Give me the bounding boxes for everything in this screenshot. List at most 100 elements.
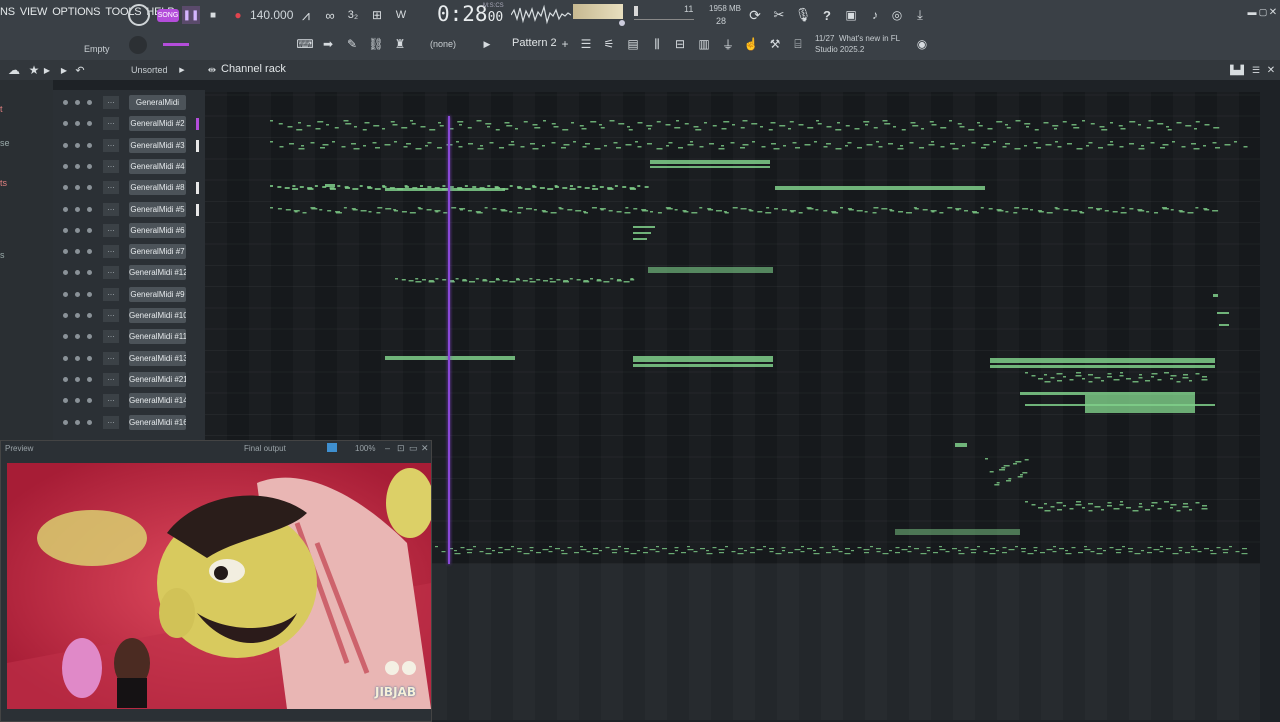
note-block[interactable] (789, 121, 794, 123)
note-block[interactable] (1164, 372, 1169, 374)
note-block[interactable] (773, 148, 780, 150)
note-block[interactable] (666, 145, 669, 147)
note-block[interactable] (562, 187, 568, 189)
note-block[interactable] (367, 187, 373, 189)
note-block[interactable] (750, 552, 755, 554)
note-block[interactable] (933, 552, 938, 554)
note-block[interactable] (549, 546, 552, 548)
note-block[interactable] (326, 124, 329, 126)
note-block[interactable] (1215, 147, 1220, 149)
note-block[interactable] (438, 122, 441, 124)
note-block[interactable] (1088, 503, 1093, 505)
note-block[interactable] (900, 145, 903, 147)
preview-zoom[interactable]: 100% (355, 444, 375, 453)
note-block[interactable] (517, 548, 522, 550)
note-block[interactable] (1065, 550, 1068, 552)
note-block[interactable] (467, 210, 472, 212)
note-block[interactable] (730, 142, 735, 144)
mute-led-icon[interactable] (63, 163, 68, 169)
note-block[interactable] (593, 548, 598, 550)
note-block[interactable] (502, 280, 508, 282)
note-block[interactable] (1110, 141, 1113, 143)
note-block[interactable] (878, 146, 883, 148)
note-block[interactable] (1157, 123, 1164, 125)
note-block[interactable] (301, 145, 304, 147)
note-block[interactable] (390, 121, 395, 123)
note-block[interactable] (442, 185, 446, 187)
note-block[interactable] (1101, 129, 1108, 131)
note-block[interactable] (709, 143, 714, 145)
note-block[interactable] (1116, 552, 1121, 554)
mute-led-icon[interactable] (63, 313, 68, 318)
note-block[interactable] (1210, 550, 1213, 552)
note-block[interactable] (895, 529, 1020, 535)
note-block[interactable] (385, 356, 515, 360)
countdown-icon[interactable]: 3₂ (343, 6, 363, 24)
note-block[interactable] (1172, 141, 1175, 143)
note-block[interactable] (921, 128, 924, 130)
record-button[interactable]: ● (230, 6, 246, 24)
plug-icon[interactable]: ⏚ (719, 35, 737, 53)
note-block[interactable] (343, 207, 347, 209)
note-block[interactable] (294, 211, 298, 213)
note-block[interactable] (1044, 510, 1051, 512)
note-block[interactable] (532, 148, 539, 150)
note-block[interactable] (569, 188, 576, 190)
note-block[interactable] (1067, 143, 1072, 145)
note-block[interactable] (1005, 124, 1008, 126)
note-block[interactable] (511, 546, 514, 548)
note-block[interactable] (760, 126, 763, 128)
note-block[interactable] (993, 141, 996, 143)
mute-led-icon[interactable] (63, 249, 68, 255)
download-icon[interactable]: ⤓ (911, 6, 929, 24)
note-block[interactable] (600, 209, 604, 211)
note-block[interactable] (599, 550, 602, 552)
note-block[interactable] (409, 212, 416, 214)
note-block[interactable] (625, 207, 629, 209)
note-block[interactable] (1138, 210, 1145, 212)
note-block[interactable] (845, 548, 850, 550)
note-block[interactable] (1096, 209, 1100, 211)
note-block[interactable] (569, 278, 573, 280)
note-block[interactable] (1031, 375, 1036, 377)
note-block[interactable] (337, 185, 341, 187)
note-block[interactable] (1172, 553, 1179, 555)
note-block[interactable] (580, 549, 587, 551)
playlist-icon[interactable]: ☰ (577, 35, 595, 53)
note-block[interactable] (345, 123, 352, 125)
note-block[interactable] (646, 125, 653, 127)
note-block[interactable] (1182, 377, 1189, 379)
note-block[interactable] (427, 142, 432, 144)
mute-led-icon[interactable] (63, 142, 68, 148)
mute-led-icon[interactable] (63, 376, 68, 382)
note-block[interactable] (807, 548, 812, 550)
note-block[interactable] (706, 550, 709, 552)
channel-row[interactable]: … GeneralMidi #2 (53, 115, 205, 133)
note-block[interactable] (1031, 504, 1036, 506)
note-block[interactable] (922, 209, 928, 211)
note-block[interactable] (1150, 142, 1155, 144)
note-block[interactable] (1162, 144, 1169, 146)
note-block[interactable] (1038, 378, 1043, 380)
note-block[interactable] (630, 279, 635, 281)
note-block[interactable] (750, 547, 755, 549)
pan-knob-icon[interactable] (75, 185, 80, 191)
note-block[interactable] (460, 209, 463, 211)
note-block[interactable] (584, 212, 589, 214)
rack-play-icon[interactable]: ▶ (58, 62, 70, 78)
arrow-right-icon[interactable]: ➡ (319, 35, 337, 53)
note-block[interactable] (1120, 372, 1123, 374)
note-block[interactable] (804, 144, 811, 146)
channel-row[interactable]: … GeneralMidi #5 (53, 201, 205, 219)
note-block[interactable] (561, 550, 564, 552)
note-block[interactable] (485, 123, 492, 125)
note-block[interactable] (769, 548, 774, 550)
note-block[interactable] (508, 144, 515, 146)
note-block[interactable] (1145, 509, 1150, 511)
note-block[interactable] (307, 188, 314, 190)
note-block[interactable] (955, 443, 967, 447)
note-block[interactable] (691, 212, 698, 214)
note-block[interactable] (790, 211, 794, 213)
note-block[interactable] (415, 278, 419, 280)
note-block[interactable] (635, 141, 638, 143)
